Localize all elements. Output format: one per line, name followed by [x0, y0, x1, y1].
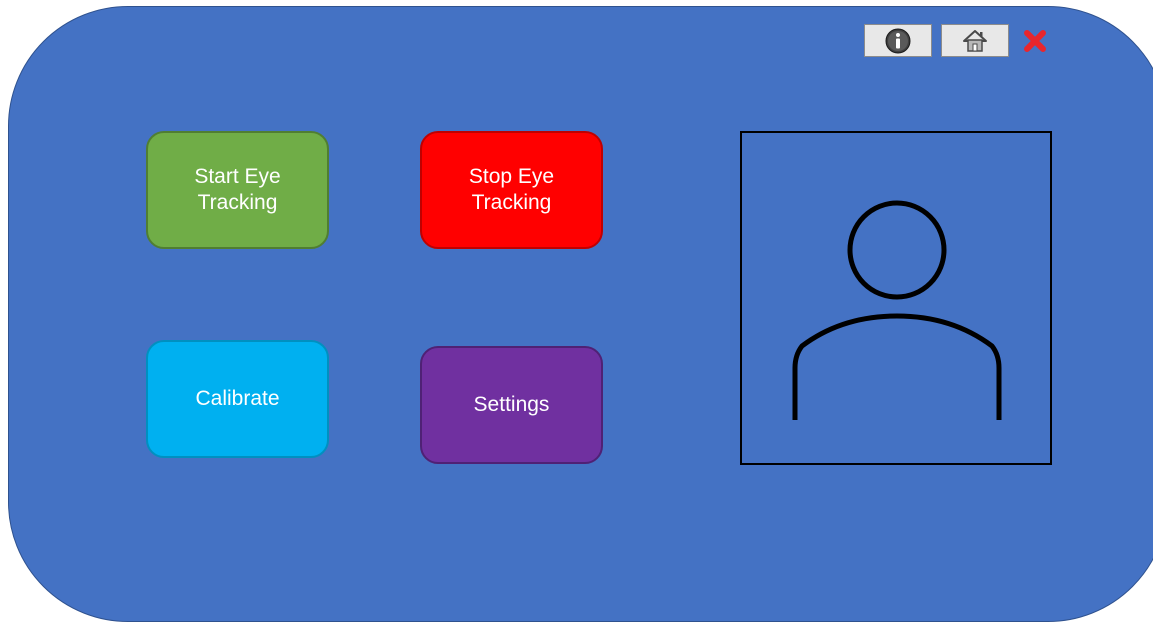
- calibrate-button[interactable]: Calibrate: [146, 340, 329, 458]
- home-button[interactable]: [941, 24, 1009, 57]
- start-eye-tracking-button[interactable]: Start Eye Tracking: [146, 131, 329, 249]
- home-icon: [963, 29, 987, 52]
- stop-eye-tracking-button[interactable]: Stop Eye Tracking: [420, 131, 603, 249]
- close-icon: [1024, 30, 1046, 52]
- info-button[interactable]: [864, 24, 932, 57]
- info-icon: [885, 28, 911, 53]
- settings-button[interactable]: Settings: [420, 346, 603, 464]
- camera-view: [740, 131, 1052, 465]
- user-avatar-icon: [792, 200, 1002, 420]
- close-button[interactable]: [1020, 26, 1050, 56]
